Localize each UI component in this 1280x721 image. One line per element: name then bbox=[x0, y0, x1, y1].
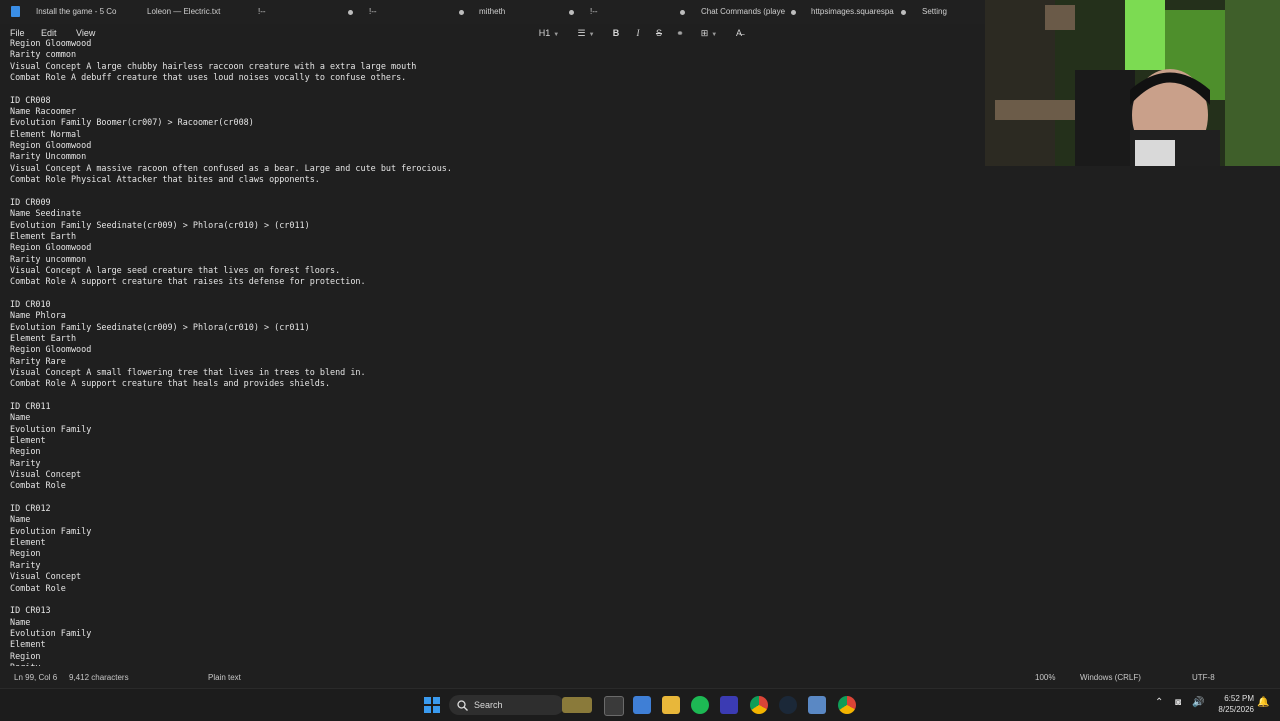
clock-date: 8/25/2026 bbox=[1218, 705, 1254, 714]
wifi-icon[interactable]: ◙ bbox=[1175, 697, 1181, 708]
tab-close-icon[interactable] bbox=[348, 10, 353, 15]
webcam-image bbox=[985, 0, 1280, 166]
tab-mitheth[interactable]: mitheth bbox=[479, 0, 574, 24]
file-explorer-icon[interactable] bbox=[662, 696, 680, 714]
status-bar: Ln 99, Col 6 9,412 characters Plain text… bbox=[0, 670, 1280, 686]
chrome-profile-icon[interactable] bbox=[838, 696, 856, 714]
tab-close-icon[interactable] bbox=[680, 10, 685, 15]
tab-close-icon[interactable] bbox=[569, 10, 574, 15]
chevron-up-icon[interactable]: ⌃ bbox=[1155, 697, 1163, 708]
notepad-taskbar-icon[interactable] bbox=[633, 696, 651, 714]
spotify-icon[interactable] bbox=[691, 696, 709, 714]
taskbar-search[interactable]: Search bbox=[449, 695, 592, 715]
tab-label: httpsimages.squarespa bbox=[811, 7, 894, 16]
zoom-level[interactable]: 100% bbox=[1035, 670, 1055, 686]
tab-close-icon[interactable] bbox=[791, 10, 796, 15]
app-icon[interactable] bbox=[808, 696, 826, 714]
tab-6[interactable]: !-- bbox=[590, 0, 685, 24]
tab-4[interactable]: !-- bbox=[369, 0, 464, 24]
system-clock[interactable]: 6:52 PM 8/25/2026 bbox=[1212, 693, 1254, 715]
cursor-position: Ln 99, Col 6 bbox=[14, 673, 58, 682]
tab-label: Install the game - 5 Co bbox=[36, 7, 117, 16]
notepad-icon bbox=[11, 6, 20, 17]
line-ending[interactable]: Windows (CRLF) bbox=[1080, 670, 1141, 686]
tab-settings[interactable]: Setting bbox=[922, 0, 982, 24]
tab-label: !-- bbox=[369, 7, 377, 16]
link-icon: ⚭ bbox=[676, 28, 684, 38]
tab-install-game[interactable]: Install the game - 5 Co bbox=[36, 0, 124, 24]
bell-icon[interactable]: 🔔 bbox=[1257, 697, 1269, 708]
text-editor[interactable]: Region Gloomwood Rarity common Visual Co… bbox=[0, 38, 985, 666]
tab-label: !-- bbox=[590, 7, 598, 16]
tab-close-icon[interactable] bbox=[459, 10, 464, 15]
hud-app-icon[interactable] bbox=[720, 696, 738, 714]
windows-start-icon[interactable] bbox=[424, 697, 440, 713]
search-icon bbox=[457, 700, 468, 711]
steam-icon[interactable] bbox=[779, 696, 797, 714]
text-format[interactable]: Plain text bbox=[208, 670, 241, 686]
chrome-icon[interactable] bbox=[750, 696, 768, 714]
tab-label: Chat Commands (playe bbox=[701, 7, 786, 16]
task-view-icon[interactable] bbox=[604, 696, 624, 716]
tab-label: Loleon — Electric.txt bbox=[147, 7, 221, 16]
webcam-overlay bbox=[985, 0, 1280, 166]
encoding[interactable]: UTF-8 bbox=[1192, 670, 1215, 686]
heading-label: H1 bbox=[538, 28, 551, 38]
clear-format-icon: A̶ bbox=[735, 28, 742, 38]
tab-squarespace[interactable]: httpsimages.squarespa bbox=[811, 0, 906, 24]
table-icon: ⊞ bbox=[700, 28, 709, 38]
character-count: 9,412 characters bbox=[69, 673, 129, 682]
taskbar: Search ⌃ ◙ 🔊 🔔 6:52 PM 8/25/2026 bbox=[0, 688, 1280, 721]
volume-icon[interactable]: 🔊 bbox=[1192, 697, 1204, 708]
document-text[interactable]: Region Gloomwood Rarity common Visual Co… bbox=[0, 38, 985, 666]
search-label: Search bbox=[474, 700, 503, 710]
tab-chat-commands[interactable]: Chat Commands (playe bbox=[701, 0, 796, 24]
tab-loleon-electric[interactable]: Loleon — Electric.txt bbox=[147, 0, 257, 24]
tab-label: mitheth bbox=[479, 7, 506, 16]
clock-time: 6:52 PM bbox=[1224, 694, 1254, 703]
tab-close-icon[interactable] bbox=[901, 10, 906, 15]
list-icon: ☰ bbox=[577, 28, 586, 38]
tab-label: !-- bbox=[258, 7, 266, 16]
search-highlight-icon bbox=[562, 697, 592, 713]
tab-label: Setting bbox=[922, 7, 947, 16]
tab-3[interactable]: !-- bbox=[258, 0, 353, 24]
